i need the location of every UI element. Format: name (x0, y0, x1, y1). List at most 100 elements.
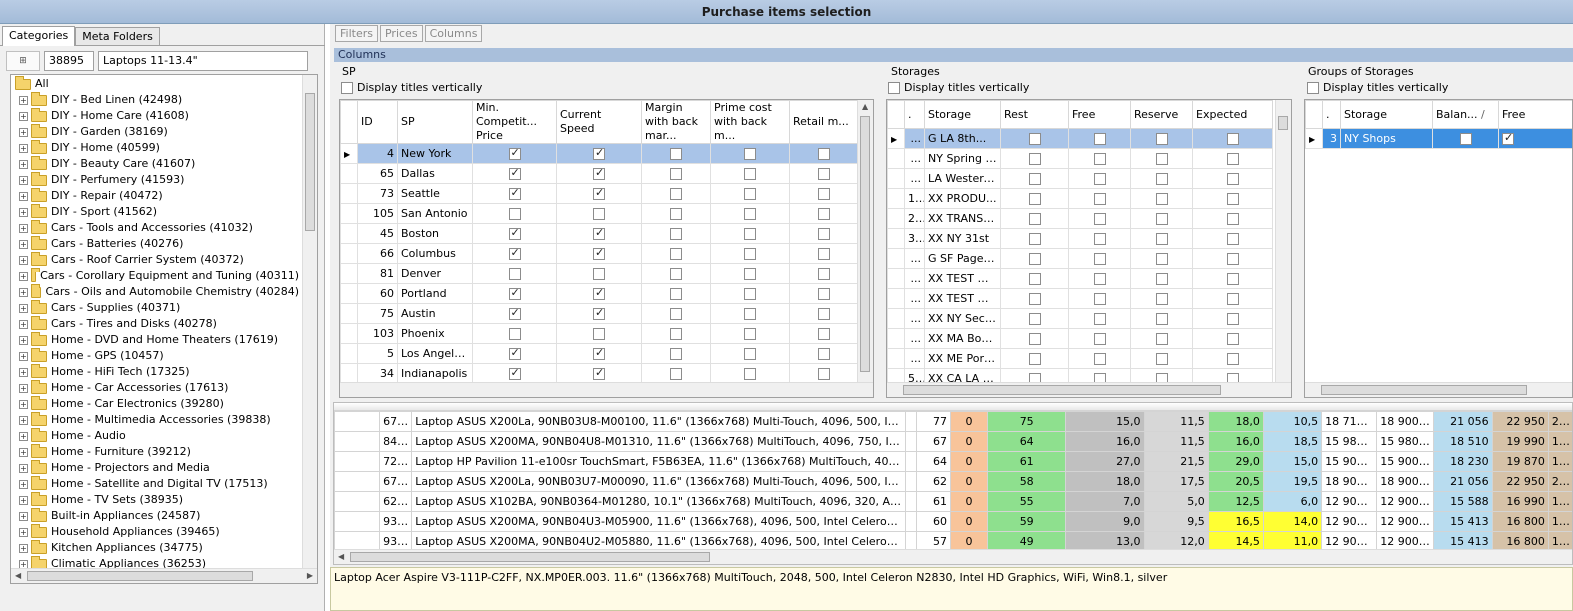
tree-item[interactable]: + Cars - Corollary Equipment and Tuning (… (13, 267, 299, 284)
tree-item[interactable]: + Home - HiFi Tech (17325) (13, 363, 299, 380)
expand-icon[interactable]: + (19, 367, 28, 377)
sp-column-checkbox[interactable] (508, 166, 521, 180)
sp-row[interactable]: 5 Los Angeles... (340, 343, 859, 364)
storage-checkbox[interactable] (1093, 193, 1106, 205)
sp-col-min-price[interactable]: Min. Competit... Price (472, 100, 557, 144)
expand-icon[interactable]: + (19, 271, 28, 281)
sp-column-checkbox[interactable] (593, 306, 605, 320)
sp-column-checkbox[interactable] (744, 368, 756, 380)
storage-checkbox[interactable] (1028, 233, 1041, 245)
tree-item[interactable]: + Home - Car Accessories (17613) (13, 379, 299, 396)
storage-checkbox[interactable] (1028, 173, 1041, 185)
item-row[interactable]: 622176Laptop ASUS X102BA, 90NB0364-M0128… (334, 491, 1572, 512)
storage-checkbox[interactable] (1226, 213, 1239, 225)
storage-checkbox[interactable] (1028, 193, 1041, 205)
expand-icon[interactable]: + (19, 351, 28, 361)
storage-checkbox[interactable] (1093, 293, 1106, 305)
storage-row[interactable]: 30 XX NY 31st (887, 228, 1273, 249)
sp-column-checkbox[interactable] (508, 208, 521, 220)
item-row[interactable]: 677643Laptop ASUS X200La, 90NB03U7-M0009… (334, 471, 1572, 492)
groups-col-free[interactable]: Free (1498, 100, 1572, 129)
sp-column-checkbox[interactable] (670, 248, 682, 260)
storage-checkbox[interactable] (1155, 213, 1168, 225)
storage-checkbox[interactable] (1028, 353, 1041, 365)
storage-checkbox[interactable] (1226, 353, 1239, 365)
sp-column-checkbox[interactable] (670, 168, 682, 180)
storage-checkbox[interactable] (1093, 133, 1106, 145)
storage-row[interactable]: ... LA Western ... (887, 168, 1273, 189)
storages-horizontal-scrollbar[interactable] (887, 382, 1291, 397)
storages-col-reserve[interactable]: Reserve (1130, 100, 1193, 129)
expand-icon[interactable]: + (19, 239, 28, 249)
sp-column-checkbox[interactable] (818, 148, 830, 160)
storage-checkbox[interactable] (1155, 313, 1168, 325)
tree-item[interactable]: + Home - DVD and Home Theaters (17619) (13, 331, 299, 348)
tree-item[interactable]: + Cars - Oils and Automobile Chemistry (4… (13, 283, 299, 300)
sp-row[interactable]: 81 Denver (340, 263, 859, 284)
storage-checkbox[interactable] (1226, 333, 1239, 345)
storage-row[interactable]: ... XX ME Portl... (887, 348, 1273, 369)
storages-vertical-scrollbar[interactable] (1275, 100, 1291, 382)
storage-checkbox[interactable] (1226, 173, 1239, 185)
sp-scroll-thumb[interactable] (860, 116, 870, 372)
tree-item[interactable]: + Home - Multimedia Accessories (39838) (13, 411, 299, 428)
storage-checkbox[interactable] (1226, 193, 1239, 205)
tree-item[interactable]: + Kitchen Appliances (34775) (13, 539, 299, 556)
sp-column-checkbox[interactable] (508, 306, 521, 320)
storages-col-free[interactable]: Free (1068, 100, 1131, 129)
expand-icon[interactable]: + (19, 175, 28, 185)
scroll-left-icon[interactable]: ◀ (15, 571, 21, 580)
storage-row[interactable]: ... NY Spring St... (887, 148, 1273, 169)
expand-icon[interactable]: + (19, 223, 28, 233)
sp-row[interactable]: 66 Columbus (340, 243, 859, 264)
storage-row[interactable]: 25 XX TRANSIT... (887, 208, 1273, 229)
sp-column-checkbox[interactable] (670, 368, 682, 380)
tree-vertical-scrollbar[interactable] (302, 75, 317, 570)
sp-column-checkbox[interactable] (508, 366, 521, 380)
scroll-left-icon[interactable]: ◀ (338, 552, 344, 561)
tree-item[interactable]: + DIY - Beauty Care (41607) (13, 155, 299, 172)
storage-checkbox[interactable] (1093, 173, 1106, 185)
sp-column-checkbox[interactable] (508, 226, 521, 240)
sp-grid[interactable]: ID SP Min. Competit... Price Current Spe… (339, 99, 874, 398)
sp-column-checkbox[interactable] (818, 308, 830, 320)
tree-item[interactable]: + DIY - Bed Linen (42498) (13, 91, 299, 108)
storage-checkbox[interactable] (1226, 313, 1239, 325)
expand-icon[interactable]: + (19, 287, 28, 297)
storage-checkbox[interactable] (1028, 273, 1041, 285)
storage-row[interactable]: ... XX MA Bost... (887, 328, 1273, 349)
storage-checkbox[interactable] (1155, 193, 1168, 205)
tab-filters[interactable]: Filters (335, 25, 378, 42)
sp-row[interactable]: 34 Indianapolis (340, 363, 859, 384)
storage-checkbox[interactable] (1155, 233, 1168, 245)
item-row[interactable]: 845303Laptop ASUS X200MA, 90NB04U8-M0131… (334, 431, 1572, 452)
storages-hscroll-thumb[interactable] (903, 385, 1221, 395)
tree-item[interactable]: + Household Appliances (39465) (13, 523, 299, 540)
sp-column-checkbox[interactable] (670, 228, 682, 240)
expand-icon[interactable]: + (19, 495, 28, 505)
storage-checkbox[interactable] (1155, 173, 1168, 185)
sp-column-checkbox[interactable] (593, 328, 605, 340)
sp-col-id[interactable]: ID (357, 100, 398, 144)
sp-column-checkbox[interactable] (593, 346, 605, 360)
storages-col-rest[interactable]: Rest (1000, 100, 1069, 129)
expand-icon[interactable]: + (19, 207, 28, 217)
sp-column-checkbox[interactable] (744, 268, 756, 280)
storage-checkbox[interactable] (1155, 333, 1168, 345)
item-row[interactable]: 726641Laptop HP Pavilion 11-e100sr Touch… (334, 451, 1572, 472)
sp-column-checkbox[interactable] (670, 208, 682, 220)
sp-row[interactable]: 60 Portland (340, 283, 859, 304)
sp-column-checkbox[interactable] (818, 248, 830, 260)
storage-checkbox[interactable] (1028, 313, 1041, 325)
sp-column-checkbox[interactable] (593, 286, 605, 300)
storage-checkbox[interactable] (1226, 153, 1239, 165)
sp-horizontal-scrollbar[interactable] (340, 382, 873, 397)
tab-categories[interactable]: Categories (2, 26, 76, 46)
expand-icon[interactable]: + (19, 415, 28, 425)
expand-icon[interactable]: + (19, 159, 28, 169)
expand-icon[interactable]: + (19, 335, 28, 345)
sp-column-checkbox[interactable] (508, 268, 521, 280)
sp-column-checkbox[interactable] (818, 208, 830, 220)
expand-icon[interactable]: + (19, 303, 28, 313)
sp-column-checkbox[interactable] (508, 286, 521, 300)
